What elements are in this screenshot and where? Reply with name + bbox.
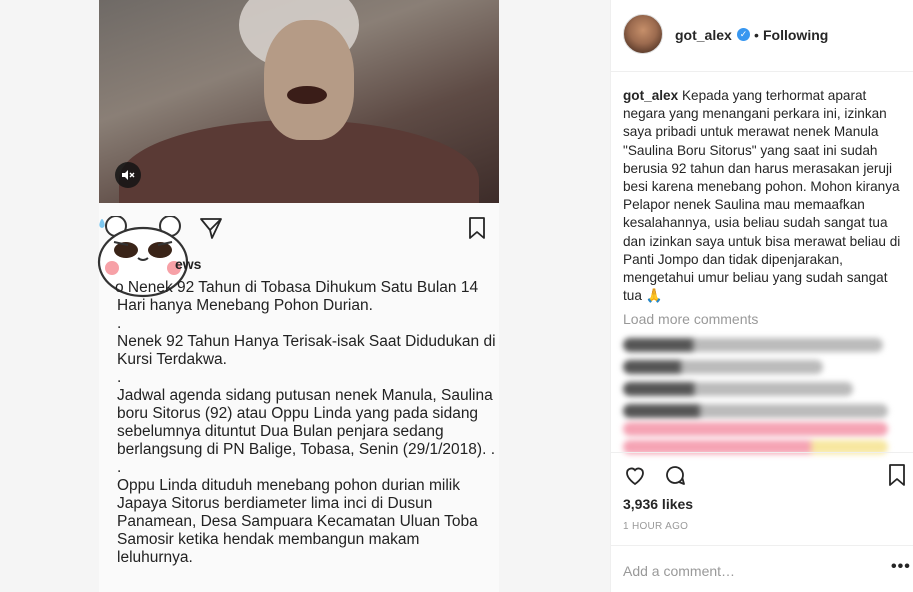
separator-dot: •: [754, 27, 759, 43]
mute-button[interactable]: [115, 162, 141, 188]
post-paragraph: Oppu Linda dituduh menebang pohon durian…: [117, 477, 478, 566]
post-paragraph: .: [117, 315, 122, 332]
post-media-area: ews o Nenek 92 Tahun di Tobasa Dihukum S…: [0, 0, 610, 592]
share-icon: [197, 214, 225, 242]
blurred-comment: [623, 404, 888, 418]
post-paragraph: Jadwal agenda sidang putusan nenek Manul…: [117, 387, 495, 458]
load-more-comments-button[interactable]: Load more comments: [623, 311, 758, 327]
following-button[interactable]: Following: [763, 27, 828, 43]
comment-icon: [666, 466, 685, 485]
post-paragraph: .: [117, 369, 122, 386]
caption-author[interactable]: got_alex: [623, 88, 678, 103]
post-timestamp[interactable]: 1 HOUR AGO: [623, 521, 688, 532]
heart-icon: [626, 467, 644, 486]
post-header: got_alex ✓ • Following: [611, 0, 913, 72]
comment-button[interactable]: [661, 461, 689, 489]
video-subject-mouth: [287, 86, 327, 104]
bookmark-icon: [463, 214, 491, 242]
action-bar: [611, 452, 913, 492]
post-paragraph: Nenek 92 Tahun Hanya Terisak-isak Saat D…: [117, 333, 496, 368]
likes-count[interactable]: 3,936 likes: [623, 496, 693, 512]
username-link[interactable]: got_alex: [675, 27, 732, 43]
post-paragraph: o Nenek 92 Tahun di Tobasa Dihukum Satu …: [115, 279, 479, 314]
post-paragraph: .: [117, 459, 122, 476]
avatar[interactable]: [623, 14, 663, 54]
speaker-muted-icon: [122, 170, 135, 180]
post-sidebar: got_alex ✓ • Following got_alex Kepada y…: [610, 0, 913, 592]
blurred-comment: [623, 382, 853, 396]
more-options-button[interactable]: •••: [891, 558, 911, 576]
caption: got_alex Kepada yang terhormat aparat ne…: [623, 87, 903, 305]
highlighted-comment: [623, 422, 888, 436]
bookmark-icon: [889, 464, 905, 486]
comment-form: •••: [611, 545, 913, 592]
blurred-comment: [623, 360, 823, 374]
comment-input[interactable]: [623, 561, 863, 581]
like-button[interactable]: [621, 461, 649, 489]
save-button[interactable]: [883, 461, 911, 489]
caption-text: Kepada yang terhormat aparat negara yang…: [623, 88, 901, 304]
verified-badge-icon: ✓: [737, 28, 750, 41]
views-label: ews: [175, 256, 202, 272]
video-subject-face: [264, 20, 354, 140]
blurred-comment: [623, 338, 883, 352]
video-player[interactable]: [99, 0, 499, 203]
